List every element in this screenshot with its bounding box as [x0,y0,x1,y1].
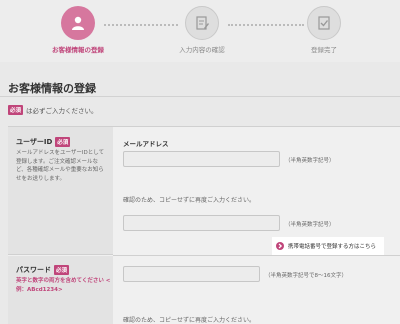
title-divider [0,96,400,97]
email-hint: （半角英数字記号） [285,158,335,164]
step-label: 入力内容の確認 [179,46,225,54]
email-confirm-hint: （半角英数字記号） [285,222,335,228]
step-label: 登録完了 [311,46,337,54]
email-confirm-field[interactable] [123,215,280,231]
row-divider [113,255,400,256]
registration-form: ユーザーID 必須 メールアドレスをユーザーIDとして登録します。ご注文確認メー… [8,126,400,324]
chevron-right-icon [276,242,284,250]
clipboard-edit-icon [185,6,219,40]
phone-registration-text: 携帯電話番号で登録する方はこちら [288,244,377,250]
required-badge: 必須 [55,137,71,147]
required-badge: 必須 [54,265,70,275]
required-note-text: は必ずご入力ください。 [26,107,98,115]
user-id-label-text: ユーザーID [16,138,53,146]
required-badge: 必須 [8,105,24,115]
step-complete: 登録完了 [278,6,370,54]
password-label-text: パスワード [16,266,51,274]
person-icon [61,6,95,40]
email-field[interactable] [123,151,280,167]
password-hint: （半角英数字記号で8〜16文字） [265,273,347,279]
page-title: お客様情報の登録 [8,82,96,95]
step-confirm: 入力内容の確認 [156,6,248,54]
step-indicator: お客様情報の登録 入力内容の確認 登録完了 [0,0,400,62]
step-registration: お客様情報の登録 [32,6,124,54]
step-label: お客様情報の登録 [52,46,104,54]
email-confirm-note: 確認のため、コピーせずに再度ご入力ください。 [123,197,256,204]
required-note: 必須 は必ずご入力ください。 [8,105,98,115]
phone-registration-link[interactable]: 携帯電話番号で登録する方はこちら [272,237,384,255]
user-id-description: メールアドレスをユーザーIDとして登録します。ご注文確認メールなど、各種確認メー… [16,150,105,182]
password-confirm-note: 確認のため、コピーせずに再度ご入力ください。 [123,317,256,324]
checkmark-clipboard-icon [307,6,341,40]
email-label: メールアドレス [123,140,169,148]
password-field[interactable] [123,266,260,282]
password-requirement: 英字と数字の両方を含めてください <例：ABcd1234> [16,278,111,293]
user-id-label: ユーザーID 必須 [16,137,71,147]
password-label: パスワード 必須 [16,265,70,275]
